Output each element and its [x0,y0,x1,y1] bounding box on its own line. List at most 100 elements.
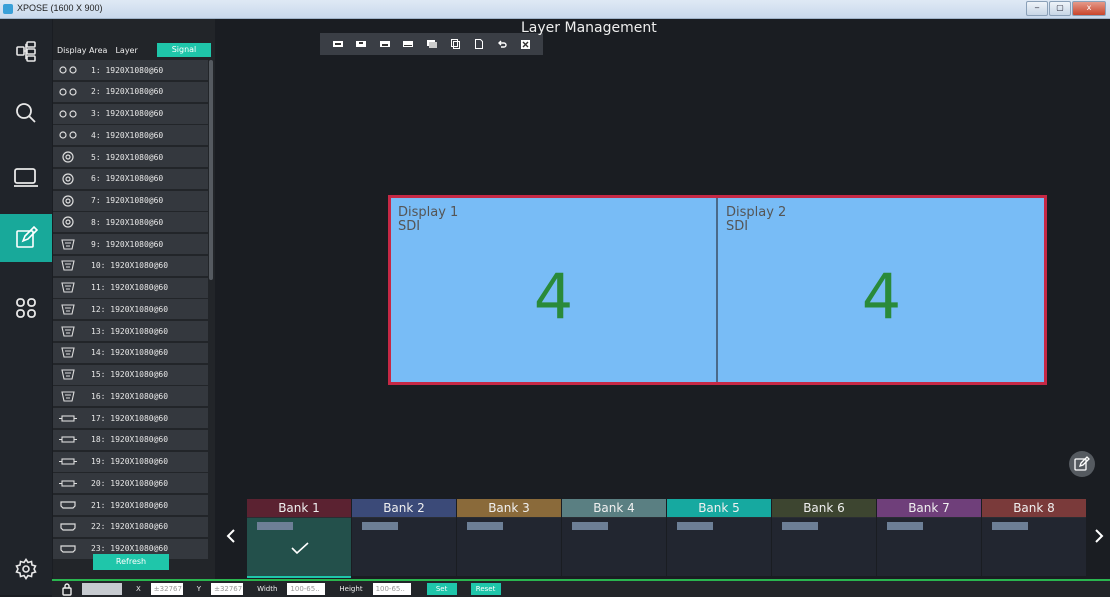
bank-8[interactable]: Bank 8 [982,499,1086,576]
bank-strip: Bank 1 Bank 2 Bank 3 Bank 4 Bank 5 Bank 6 Bank… [220,496,1110,578]
signal-panel: Display Area Layer Signal 1: 1920X1080@6… [53,19,215,595]
bank-prev-button[interactable] [220,516,242,556]
signal-list-item[interactable]: 7: 1920X1080@60 [53,190,208,211]
edit-icon [1074,456,1090,471]
layer-toolbar-button[interactable] [332,39,344,49]
signal-label: 14: 1920X1080@60 [91,348,169,358]
signal-list-item[interactable]: 4: 1920X1080@60 [53,125,208,146]
layer-toolbar-button[interactable] [355,39,367,49]
signal-label: 21: 1920X1080@60 [91,500,169,510]
apps-nav-button[interactable] [0,284,52,332]
edit-nav-button[interactable] [0,214,52,262]
signal-label: 3: 1920X1080@60 [91,109,164,118]
set-button[interactable]: Set [426,583,457,595]
layer-toolbar-button[interactable] [520,39,532,49]
signal-label: 19: 1920X1080@60 [91,457,169,466]
signal-list-item[interactable]: 8: 1920X1080@60 [53,212,208,233]
signal-list-item[interactable]: 17: 1920X1080@60 [53,408,208,428]
close-button[interactable]: x [1072,1,1106,16]
height-input[interactable]: 100-65.. [372,583,411,595]
minimize-button[interactable]: ‒ [1026,1,1048,16]
tab-display-area[interactable]: Display Area [53,46,111,55]
layer-toolbar-button[interactable] [496,39,508,49]
signal-list-item[interactable]: 15: 1920X1080@60 [53,364,208,385]
edit-icon [16,226,38,248]
width-input[interactable]: 100-65.. [287,583,326,595]
signal-list-item[interactable]: 1: 1920X1080@60 [53,60,208,80]
display-area-frame[interactable]: Display 1 SDI 4 Display 2 SDI 4 [388,195,1047,385]
bank-7[interactable]: Bank 7 [877,499,981,576]
signal-list-item[interactable]: 6: 1920X1080@60 [53,168,208,189]
signal-list-item[interactable]: 18: 1920X1080@60 [53,429,208,450]
maximize-button[interactable]: ▢ [1049,1,1071,16]
signal-list-scrollbar[interactable] [209,60,213,280]
bank-4[interactable]: Bank 4 [562,499,666,576]
signal-label: 22: 1920X1080@60 [91,522,169,532]
signal-label: 15: 1920X1080@60 [91,370,169,379]
signal-list-item[interactable]: 22: 1920X1080@60 [53,516,208,537]
layer-color-swatch[interactable] [82,583,122,595]
signal-list-item[interactable]: 9: 1920X1080@60 [53,234,208,254]
signal-label: 11: 1920X1080@60 [91,283,169,292]
tab-layer[interactable]: Layer [111,46,141,55]
bank-2[interactable]: Bank 2 [352,499,456,576]
signal-list-item[interactable]: 5: 1920X1080@60 [53,147,208,167]
paste-icon [474,39,483,49]
bank-label: Bank 4 [562,499,666,517]
signal-list-item[interactable]: 12: 1920X1080@60 [53,299,208,320]
signal-label: 17: 1920X1080@60 [91,413,169,423]
bank-preview [982,518,1086,576]
display-layer-count: 4 [533,260,574,333]
reset-button[interactable]: Reset [470,583,501,595]
layout-nav-button[interactable] [0,27,52,75]
search-nav-button[interactable] [0,89,52,137]
y-input[interactable]: ±32767 [211,583,244,595]
settings-nav-button[interactable] [0,545,52,593]
bank-label: Bank 3 [457,499,561,517]
x-input[interactable]: ±32767 [150,583,183,595]
bank-label: Bank 1 [247,499,351,517]
layer-toolbar-button[interactable] [402,39,414,49]
tab-signal[interactable]: Signal [157,43,211,57]
signal-label: 12: 1920X1080@60 [91,304,169,314]
bank-5[interactable]: Bank 5 [667,499,771,576]
signal-label: 20: 1920X1080@60 [91,478,169,488]
signal-list-item[interactable]: 11: 1920X1080@60 [53,277,208,298]
signal-list-item[interactable]: 14: 1920X1080@60 [53,342,208,363]
x-label: X [136,585,141,593]
round-port-icon [53,216,83,228]
bank-3[interactable]: Bank 3 [457,499,561,576]
hdbaset-port-icon [53,414,83,422]
edit-layer-button[interactable] [1069,451,1095,477]
display-1[interactable]: Display 1 SDI 4 [391,198,718,382]
signal-list-item[interactable]: 19: 1920X1080@60 [53,451,208,472]
bank-thumbnail [782,522,818,530]
layer-toolbar-button[interactable] [473,39,485,49]
signal-list-item[interactable]: 21: 1920X1080@60 [53,495,208,515]
bank-1[interactable]: Bank 1 [247,499,351,578]
window-titlebar: XPOSE (1600 X 900) ‒ ▢ x [0,0,1110,19]
signal-list-item[interactable]: 16: 1920X1080@60 [53,386,208,407]
lock-icon[interactable] [62,582,72,596]
layer-toolbar-button[interactable] [426,39,438,49]
bank-6[interactable]: Bank 6 [772,499,876,576]
signal-list: 1: 1920X1080@60 2: 1920X1080@60 3: 1920X10… [53,60,208,560]
layer-toolbar-button[interactable] [379,39,391,49]
signal-list-item[interactable]: 3: 1920X1080@60 [53,103,208,124]
signal-list-item[interactable]: 10: 1920X1080@60 [53,255,208,276]
signal-label: 13: 1920X1080@60 [91,326,169,336]
hdbaset-port-icon [53,480,83,487]
settings-icon [15,558,37,580]
signal-label: 23: 1920X1080@60 [91,544,169,553]
dual-dot-icon [53,109,83,118]
refresh-button[interactable]: Refresh [93,554,169,570]
vga-port-icon [53,347,83,358]
signal-list-item[interactable]: 20: 1920X1080@60 [53,473,208,494]
signal-list-item[interactable]: 2: 1920X1080@60 [53,81,208,102]
display-2[interactable]: Display 2 SDI 4 [719,198,1044,382]
display-nav-button[interactable] [0,153,52,201]
bank-next-button[interactable] [1088,516,1110,556]
signal-list-item[interactable]: 13: 1920X1080@60 [53,321,208,341]
bank-label: Bank 2 [352,499,456,517]
layer-toolbar-button[interactable] [449,39,461,49]
